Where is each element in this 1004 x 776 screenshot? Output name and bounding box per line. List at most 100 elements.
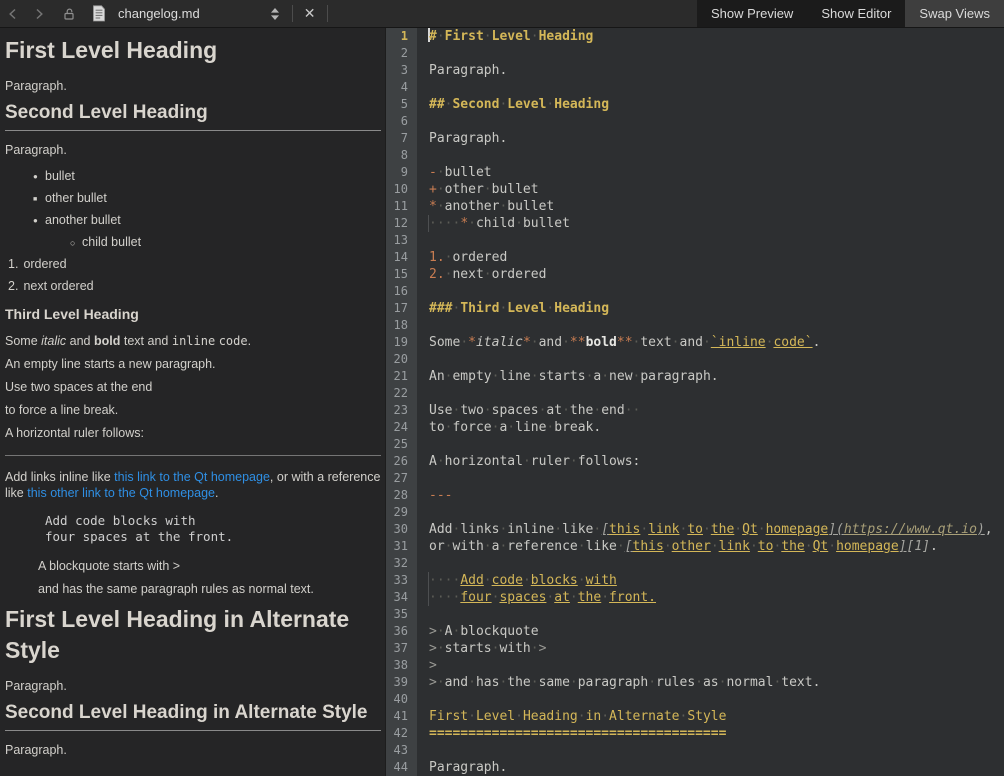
editor-line[interactable]: 5##·Second·Level·Heading	[386, 96, 1004, 113]
line-number[interactable]: 13	[386, 232, 417, 249]
editor-line[interactable]: 17###·Third·Level·Heading	[386, 300, 1004, 317]
editor-line[interactable]: 2	[386, 45, 1004, 62]
line-number[interactable]: 1	[386, 28, 417, 45]
line-number[interactable]: 19	[386, 334, 417, 351]
line-number[interactable]: 11	[386, 198, 417, 215]
line-number[interactable]: 27	[386, 470, 417, 487]
line-content[interactable]: ##·Second·Level·Heading	[417, 96, 609, 113]
line-number[interactable]: 35	[386, 606, 417, 623]
line-number[interactable]: 14	[386, 249, 417, 266]
editor-line[interactable]: 24to·force·a·line·break.	[386, 419, 1004, 436]
line-number[interactable]: 36	[386, 623, 417, 640]
line-number[interactable]: 17	[386, 300, 417, 317]
editor-line[interactable]: 12····*·child·bullet	[386, 215, 1004, 232]
line-content[interactable]: to·force·a·line·break.	[417, 419, 601, 436]
editor-line[interactable]: 39>·and·has·the·same·paragraph·rules·as·…	[386, 674, 1004, 691]
line-number[interactable]: 34	[386, 589, 417, 606]
line-number[interactable]: 15	[386, 266, 417, 283]
line-content[interactable]	[417, 470, 429, 487]
editor-line[interactable]: 23Use·two·spaces·at·the·end··	[386, 402, 1004, 419]
line-number[interactable]: 2	[386, 45, 417, 62]
line-content[interactable]	[417, 606, 429, 623]
line-number[interactable]: 28	[386, 487, 417, 504]
line-content[interactable]: 1.·ordered	[417, 249, 507, 266]
line-number[interactable]: 41	[386, 708, 417, 725]
line-content[interactable]	[417, 742, 429, 759]
editor-line[interactable]: 1#·First·Level·Heading	[386, 28, 1004, 45]
lock-button[interactable]	[52, 0, 86, 27]
file-type-button[interactable]	[86, 0, 112, 27]
editor-line[interactable]: 44Paragraph.	[386, 759, 1004, 776]
editor-line[interactable]: 20	[386, 351, 1004, 368]
editor-line[interactable]: 34····four·spaces·at·the·front.	[386, 589, 1004, 606]
line-content[interactable]: >·A·blockquote	[417, 623, 539, 640]
editor-line[interactable]: 30Add·links·inline·like·[this·link·to·th…	[386, 521, 1004, 538]
line-content[interactable]	[417, 232, 429, 249]
editor-line[interactable]: 25	[386, 436, 1004, 453]
editor-line[interactable]: 38>	[386, 657, 1004, 674]
line-content[interactable]: ###·Third·Level·Heading	[417, 300, 609, 317]
editor-line[interactable]: 40	[386, 691, 1004, 708]
line-content[interactable]	[417, 317, 429, 334]
line-content[interactable]: #·First·Level·Heading	[417, 28, 593, 45]
line-content[interactable]: An·empty·line·starts·a·new·paragraph.	[417, 368, 719, 385]
line-number[interactable]: 7	[386, 130, 417, 147]
line-number[interactable]: 9	[386, 164, 417, 181]
line-number[interactable]: 32	[386, 555, 417, 572]
line-content[interactable]: or·with·a·reference·like·[this·other·lin…	[417, 538, 938, 555]
line-number[interactable]: 44	[386, 759, 417, 776]
line-content[interactable]: 2.·next·ordered	[417, 266, 546, 283]
line-content[interactable]	[417, 436, 429, 453]
line-number[interactable]: 8	[386, 147, 417, 164]
line-content[interactable]: >	[417, 657, 437, 674]
line-content[interactable]: >·and·has·the·same·paragraph·rules·as·no…	[417, 674, 820, 691]
line-content[interactable]: ····*·child·bullet	[417, 215, 570, 232]
editor-line[interactable]: 36>·A·blockquote	[386, 623, 1004, 640]
line-content[interactable]: ····Add·code·blocks·with	[417, 572, 617, 589]
editor-line[interactable]: 11*·another·bullet	[386, 198, 1004, 215]
line-number[interactable]: 38	[386, 657, 417, 674]
line-content[interactable]: ======================================	[417, 725, 726, 742]
markdown-preview-pane[interactable]: First Level Heading Paragraph. Second Le…	[0, 28, 386, 776]
line-number[interactable]: 4	[386, 79, 417, 96]
line-number[interactable]: 12	[386, 215, 417, 232]
line-content[interactable]: Paragraph.	[417, 759, 507, 776]
line-number[interactable]: 42	[386, 725, 417, 742]
line-number[interactable]: 39	[386, 674, 417, 691]
editor-line[interactable]: 26A·horizontal·ruler·follows:	[386, 453, 1004, 470]
editor-line[interactable]: 31or·with·a·reference·like·[this·other·l…	[386, 538, 1004, 555]
line-number[interactable]: 22	[386, 385, 417, 402]
editor-line[interactable]: 7Paragraph.	[386, 130, 1004, 147]
editor-line[interactable]: 19Some·*italic*·and·**bold**·text·and·`i…	[386, 334, 1004, 351]
line-content[interactable]: A·horizontal·ruler·follows:	[417, 453, 640, 470]
editor-line[interactable]: 41First·Level·Heading·in·Alternate·Style	[386, 708, 1004, 725]
editor-line[interactable]: 152.·next·ordered	[386, 266, 1004, 283]
line-number[interactable]: 10	[386, 181, 417, 198]
swap-views-button[interactable]: Swap Views	[905, 0, 1004, 27]
line-number[interactable]: 30	[386, 521, 417, 538]
line-content[interactable]: >·starts·with·>	[417, 640, 546, 657]
editor-line[interactable]: 42======================================	[386, 725, 1004, 742]
line-content[interactable]	[417, 555, 429, 572]
editor-line[interactable]: 27	[386, 470, 1004, 487]
editor-line[interactable]: 10+·other·bullet	[386, 181, 1004, 198]
line-number[interactable]: 23	[386, 402, 417, 419]
editor-line[interactable]: 21An·empty·line·starts·a·new·paragraph.	[386, 368, 1004, 385]
line-number[interactable]: 31	[386, 538, 417, 555]
line-number[interactable]: 25	[386, 436, 417, 453]
editor-line[interactable]: 22	[386, 385, 1004, 402]
forward-button[interactable]	[26, 0, 52, 27]
line-content[interactable]: *·another·bullet	[417, 198, 554, 215]
line-number[interactable]: 18	[386, 317, 417, 334]
line-content[interactable]	[417, 351, 429, 368]
line-number[interactable]: 3	[386, 62, 417, 79]
line-content[interactable]: First·Level·Heading·in·Alternate·Style	[417, 708, 726, 725]
editor-line[interactable]: 18	[386, 317, 1004, 334]
editor-line[interactable]: 16	[386, 283, 1004, 300]
line-number[interactable]: 33	[386, 572, 417, 589]
line-content[interactable]: -·bullet	[417, 164, 492, 181]
line-number[interactable]: 21	[386, 368, 417, 385]
line-number[interactable]: 37	[386, 640, 417, 657]
markdown-source-editor[interactable]: 1#·First·Level·Heading23Paragraph.45##·S…	[386, 28, 1004, 776]
line-content[interactable]: Use·two·spaces·at·the·end··	[417, 402, 640, 419]
